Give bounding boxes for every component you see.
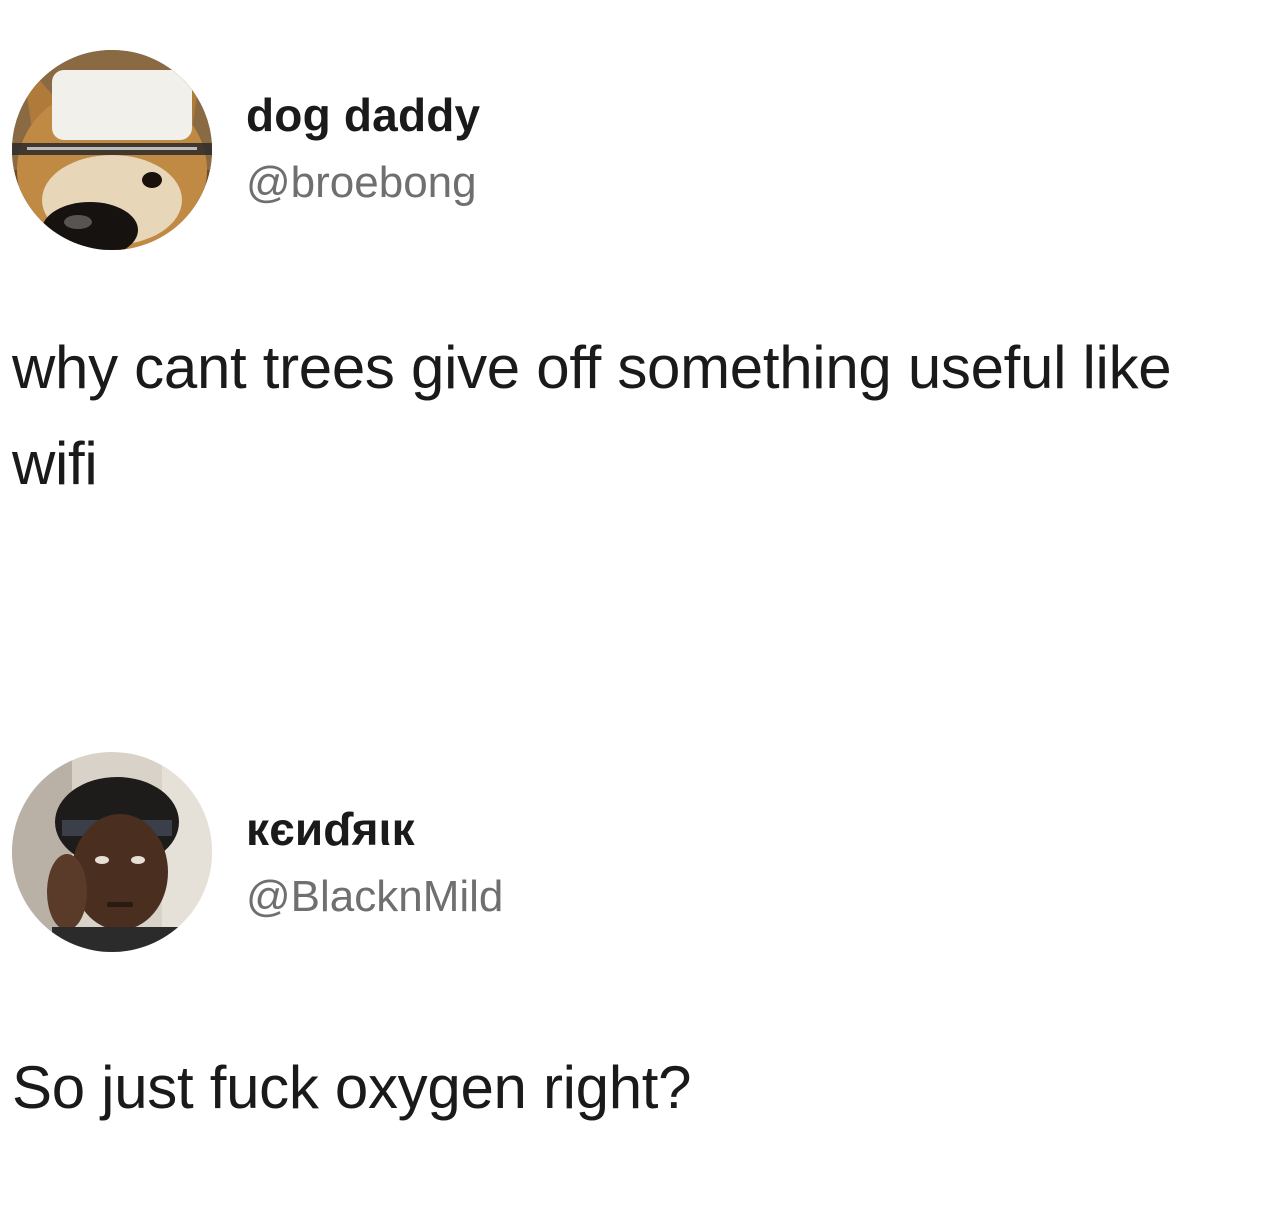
dog-avatar-icon[interactable] bbox=[12, 50, 212, 250]
tweet-text: So just fuck oxygen right? bbox=[12, 1054, 692, 1121]
display-name[interactable]: dog daddy bbox=[246, 88, 480, 142]
user-handle[interactable]: @broebong bbox=[246, 158, 477, 208]
tweet-text: why cant trees give off something useful… bbox=[12, 334, 1172, 497]
user-handle[interactable]: @BlacknMild bbox=[246, 872, 503, 922]
person-avatar-icon[interactable] bbox=[12, 752, 212, 952]
display-name[interactable]: кєиɗяιк bbox=[246, 802, 415, 856]
tweet-screenshot: dog daddy @broebong why cant trees give … bbox=[0, 0, 1280, 1213]
